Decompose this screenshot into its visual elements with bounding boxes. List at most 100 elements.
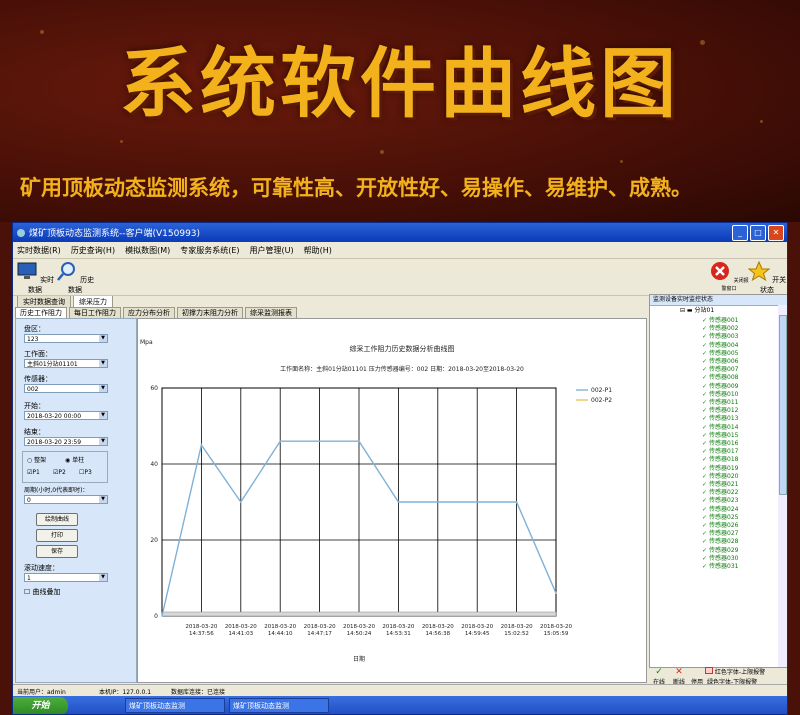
tree-item-sensor[interactable]: ✓ 传感器013 [702, 415, 738, 423]
scrollbar-thumb[interactable] [779, 315, 787, 495]
tree-item-sensor[interactable]: ✓ 传感器025 [702, 514, 738, 522]
tree-item-sensor[interactable]: ✓ 传感器017 [702, 448, 738, 456]
tree-scrollbar[interactable] [778, 305, 787, 667]
tree-item-sensor[interactable]: ✓ 传感器023 [702, 497, 738, 505]
tree-item-label: 传感器017 [709, 448, 739, 456]
tree-root[interactable]: ⊟ ▬ 分站01 [680, 307, 714, 315]
tree-item-sensor[interactable]: ✓ 传感器027 [702, 530, 738, 538]
radio-single-label: 单柱 [72, 457, 85, 464]
tree-item-sensor[interactable]: ✓ 传感器006 [702, 358, 738, 366]
magnifier-icon [56, 262, 75, 281]
sensor-select[interactable]: 002 ▼ [24, 384, 108, 393]
face-select[interactable]: 主斜01分站01101 ▼ [24, 359, 108, 368]
tree-item-sensor[interactable]: ✓ 传感器004 [702, 342, 738, 350]
check-icon: ✓ [702, 431, 708, 439]
save-button[interactable]: 保存 [36, 545, 78, 558]
check-icon: ✓ [702, 505, 708, 513]
tree-item-sensor[interactable]: ✓ 传感器018 [702, 456, 738, 464]
check-icon: ✓ [655, 667, 663, 677]
tree-item-sensor[interactable]: ✓ 传感器007 [702, 366, 738, 374]
end-datetime[interactable]: 2018-03-20 23:59 ▼ [24, 437, 108, 446]
tree-item-label: 传感器006 [709, 358, 739, 365]
tree-item-sensor[interactable]: ✓ 传感器024 [702, 506, 738, 514]
overlay-checkbox[interactable]: ☐ 曲线叠加 [24, 587, 61, 597]
check-icon: ✓ [702, 530, 708, 538]
menu-simulation[interactable]: 模拟数图(M) [125, 245, 170, 256]
tree-item-label: 传感器020 [709, 472, 739, 480]
menu-help[interactable]: 帮助(H) [304, 245, 332, 256]
tree-item-sensor[interactable]: ✓ 传感器009 [702, 383, 738, 391]
period-select[interactable]: 0 ▼ [24, 495, 108, 504]
tab-daily-resistance[interactable]: 每日工作阻力 [69, 307, 121, 318]
radio-single[interactable]: ◉ 单柱 [65, 455, 84, 464]
menu-users[interactable]: 用户管理(U) [250, 245, 294, 256]
check-icon: ✓ [702, 538, 708, 546]
menu-realtime[interactable]: 实时数据(R) [17, 245, 61, 256]
series-point [161, 615, 163, 617]
checkbox-p2-label: P2 [58, 469, 66, 476]
sensor-value: 002 [27, 386, 39, 393]
menu-history[interactable]: 历史查询(H) [71, 245, 115, 256]
tab-setting-analysis[interactable]: 初撑力末阻力分析 [177, 307, 243, 318]
radio-whole[interactable]: ○ 整架 [27, 455, 46, 464]
tree-item-sensor[interactable]: ✓ 传感器022 [702, 489, 738, 497]
checkbox-p3[interactable]: ☐P3 [79, 469, 92, 476]
x-tick-label: 2018-03-20 [461, 624, 493, 630]
close-button[interactable]: ✕ [768, 225, 784, 241]
draw-curve-button[interactable]: 绘制曲线 [36, 513, 78, 526]
scroll-speed-select[interactable]: 1 ▼ [24, 573, 108, 582]
y-tick-label: 0 [154, 613, 158, 620]
chart-panel: 综采工作阻力历史数据分析曲线图 工作面名称：主斜01分站01101 压力传感器编号… [137, 318, 647, 683]
tab-stress-analysis[interactable]: 应力分布分析 [123, 307, 175, 318]
x-tick-label: 2018-03-20 [540, 624, 572, 630]
print-button[interactable]: 打印 [36, 529, 78, 542]
tab-history-resistance[interactable]: 历史工作阻力 [15, 307, 67, 318]
maximize-button[interactable]: □ [750, 225, 766, 241]
tree-item-sensor[interactable]: ✓ 传感器005 [702, 350, 738, 358]
tree-item-sensor[interactable]: ✓ 传感器021 [702, 481, 738, 489]
taskbar-item-1[interactable]: 煤矿顶板动态监测 [125, 698, 225, 713]
menu-expert[interactable]: 专家服务系统(E) [180, 245, 239, 256]
start-datetime[interactable]: 2018-03-20 00:00 ▼ [24, 411, 108, 420]
tree-item-sensor[interactable]: ✓ 传感器014 [702, 424, 738, 432]
history-data-button[interactable]: 历史数据 [55, 261, 95, 295]
alarm-off-button[interactable]: 关闭报警窗口 [709, 261, 749, 292]
tab-report[interactable]: 综采监测报表 [245, 307, 297, 318]
tree-item-sensor[interactable]: ✓ 传感器012 [702, 407, 738, 415]
check-icon: ✓ [702, 325, 708, 333]
tree-item-sensor[interactable]: ✓ 传感器026 [702, 522, 738, 530]
tree-item-sensor[interactable]: ✓ 传感器003 [702, 333, 738, 341]
series-point [515, 501, 518, 503]
tree-item-sensor[interactable]: ✓ 传感器028 [702, 538, 738, 546]
start-button[interactable]: 开始 [13, 697, 68, 714]
minimize-button[interactable]: _ [732, 225, 748, 241]
check-icon: ✓ [702, 317, 708, 324]
tree-item-label: 传感器015 [709, 431, 739, 439]
checkbox-p2[interactable]: ☑P2 [53, 469, 66, 476]
taskbar-item-2[interactable]: 煤矿顶板动态监测 [229, 698, 329, 713]
tree-item-sensor[interactable]: ✓ 传感器008 [702, 374, 738, 382]
tree-item-sensor[interactable]: ✓ 传感器030 [702, 555, 738, 563]
tree-item-sensor[interactable]: ✓ 传感器010 [702, 391, 738, 399]
tree-item-sensor[interactable]: ✓ 传感器011 [702, 399, 738, 407]
tree-item-sensor[interactable]: ✓ 传感器001 [702, 317, 738, 325]
tree-item-sensor[interactable]: ✓ 传感器019 [702, 465, 738, 473]
district-select[interactable]: 123 ▼ [24, 334, 108, 343]
tree-item-sensor[interactable]: ✓ 传感器029 [702, 547, 738, 555]
x-axis-label: 日期 [353, 655, 365, 663]
tree-item-label: 传感器021 [709, 481, 739, 488]
y-tick-label: 40 [150, 461, 158, 468]
toggle-status-button[interactable]: 开关状态 [747, 260, 787, 295]
tree-item-sensor[interactable]: ✓ 传感器015 [702, 432, 738, 440]
checkbox-p1[interactable]: ☑P1 [27, 469, 40, 476]
star-icon [747, 260, 771, 282]
tree-item-sensor[interactable]: ✓ 传感器016 [702, 440, 738, 448]
tree-item-sensor[interactable]: ✓ 传感器020 [702, 473, 738, 481]
tree-item-label: 传感器023 [709, 497, 739, 505]
realtime-data-button[interactable]: 实时数据 [15, 261, 55, 295]
tree-item-sensor[interactable]: ✓ 传感器002 [702, 325, 738, 333]
period-label: 周期(小时,0代表即时)： [24, 487, 89, 494]
tree-item-sensor[interactable]: ✓ 传感器031 [702, 563, 738, 571]
tree-item-label: 传感器008 [709, 374, 739, 382]
mode-group: ○ 整架 ◉ 单柱 ☑P1 ☑P2 ☐P3 [22, 451, 108, 483]
